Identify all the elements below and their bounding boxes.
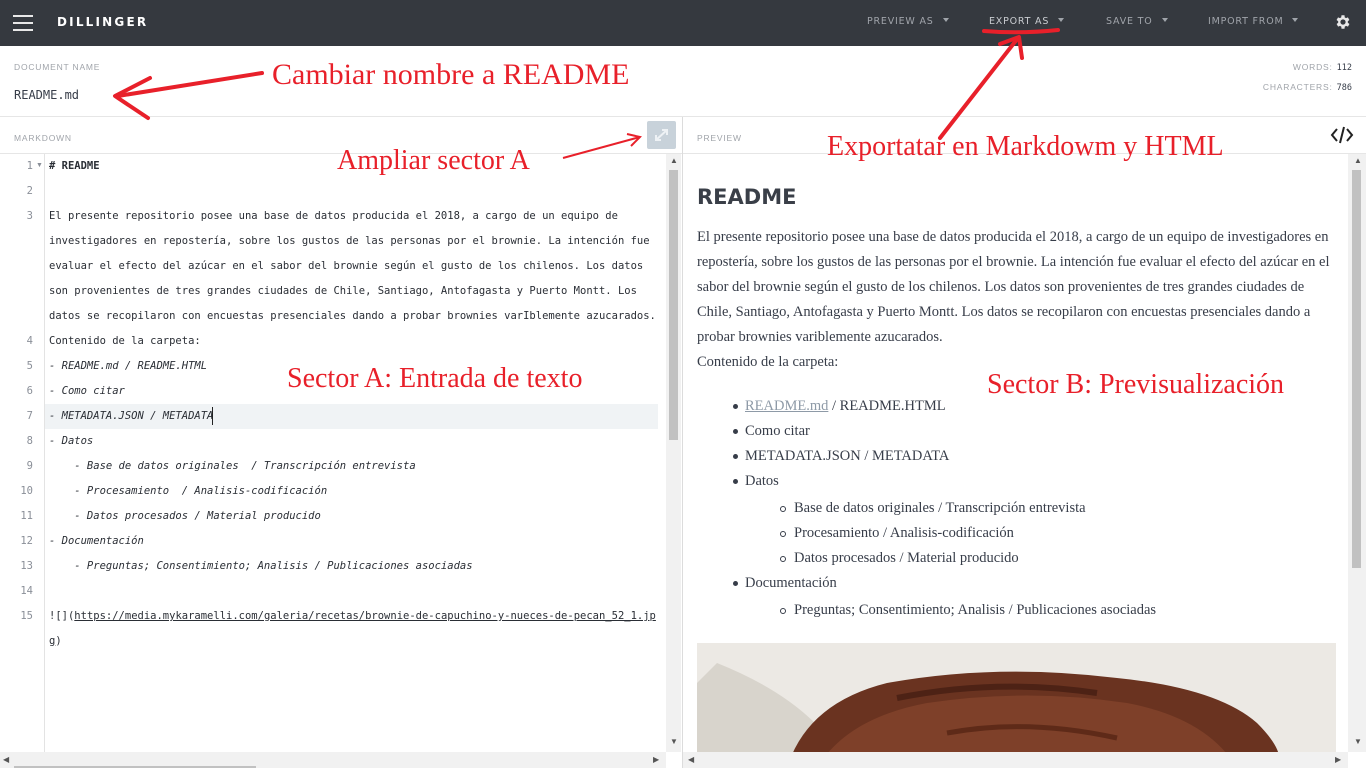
list-item: Documentación	[745, 575, 837, 591]
menu-export-as[interactable]: EXPORT AS	[989, 16, 1065, 27]
preview-label: PREVIEW	[697, 133, 742, 143]
code-line[interactable]: - Base de datos originales / Transcripci…	[49, 460, 415, 472]
list-item: METADATA.JSON / METADATA	[745, 448, 950, 464]
circle-bullet-icon	[780, 556, 786, 562]
code-line[interactable]: # README	[49, 160, 100, 172]
code-line[interactable]: investigadores en repostería, sobre los …	[49, 235, 650, 247]
bullet-icon	[733, 429, 738, 434]
gear-icon[interactable]	[1334, 13, 1352, 31]
scroll-down-icon[interactable]: ▼	[1354, 737, 1362, 746]
line-number: 10	[20, 485, 33, 497]
hamburger-menu-icon[interactable]	[13, 15, 33, 31]
circle-bullet-icon	[780, 608, 786, 614]
word-count: WORDS: 112	[1292, 62, 1352, 73]
line-number: 7	[26, 410, 33, 422]
chevron-down-icon	[1292, 18, 1299, 22]
line-number: 5	[26, 360, 33, 372]
sub-list-item: Datos procesados / Material producido	[794, 550, 1019, 566]
line-number: 1	[26, 160, 33, 172]
code-line[interactable]: - Procesamiento / Analisis-codificación	[49, 485, 327, 497]
brownie-image	[697, 643, 1336, 768]
editor-scroll-thumb[interactable]	[669, 170, 678, 440]
preview-scroll-thumb[interactable]	[1352, 170, 1361, 568]
code-line[interactable]: - METADATA.JSON / METADATA	[49, 410, 213, 422]
line-number: 4	[26, 335, 33, 347]
code-line[interactable]: son provenientes de tres grandes ciudade…	[49, 285, 637, 297]
annotation-sector-a: Sector A: Entrada de texto	[287, 363, 583, 394]
bullet-icon	[733, 479, 738, 484]
list-item: Como citar	[745, 423, 810, 439]
annotation-rename: Cambiar nombre a README	[272, 58, 630, 91]
code-line[interactable]: Contenido de la carpeta:	[49, 335, 201, 347]
annotation-export: Exportatar en Markdowm y HTML	[827, 131, 1224, 162]
code-line[interactable]: El presente repositorio posee una base d…	[49, 210, 618, 222]
scroll-right-icon[interactable]: ▶	[1335, 755, 1341, 764]
circle-bullet-icon	[780, 531, 786, 537]
document-name-input[interactable]: README.md	[14, 88, 79, 102]
code-line[interactable]: - Como citar	[49, 385, 125, 397]
line-number: 3	[26, 210, 33, 222]
character-count: CHARACTERS: 786	[1262, 82, 1352, 93]
code-line[interactable]: - Documentación	[49, 535, 144, 547]
code-line[interactable]: - Preguntas; Consentimiento; Analisis / …	[49, 560, 472, 572]
scroll-up-icon[interactable]: ▲	[670, 156, 678, 165]
code-view-icon[interactable]	[1330, 125, 1354, 145]
chevron-down-icon	[942, 18, 949, 22]
scroll-down-icon[interactable]: ▼	[670, 737, 678, 746]
expand-icon	[655, 129, 668, 141]
line-number: 6	[26, 385, 33, 397]
chevron-down-icon	[1058, 18, 1065, 22]
preview-paragraph: El presente repositorio posee una base d…	[697, 229, 1330, 345]
bullet-icon	[733, 454, 738, 459]
scroll-up-icon[interactable]: ▲	[1354, 156, 1362, 165]
annotation-expand: Ampliar sector A	[337, 145, 530, 176]
line-number: 12	[20, 535, 33, 547]
chevron-down-icon	[1161, 18, 1168, 22]
line-number: 14	[20, 585, 33, 597]
line-number: 13	[20, 560, 33, 572]
code-line[interactable]: datos se recopilaron con encuestas prese…	[49, 310, 656, 322]
line-number: 9	[26, 460, 33, 472]
list-item: README.md / README.HTML	[745, 398, 946, 414]
line-number: 15	[20, 610, 33, 622]
annotation-sector-b: Sector B: Previsualización	[987, 369, 1285, 400]
menu-import-from[interactable]: IMPORT FROM	[1208, 16, 1299, 27]
document-header: DOCUMENT NAME README.md WORDS: 112 CHARAC…	[0, 46, 1366, 117]
code-line[interactable]: - Datos procesados / Material producido	[49, 510, 321, 522]
readme-link[interactable]: README.md	[745, 398, 828, 414]
sub-list-item: Base de datos originales / Transcripción…	[794, 500, 1086, 516]
code-line[interactable]: - README.md / README.HTML	[49, 360, 207, 372]
line-number: 11	[20, 510, 33, 522]
preview-pane: README El presente repositorio posee una…	[683, 154, 1366, 768]
scroll-left-icon[interactable]: ◀	[3, 755, 9, 764]
top-navbar: DILLINGER PREVIEW AS EXPORT AS SAVE TO I…	[0, 0, 1366, 46]
sub-list-item: Procesamiento / Analisis-codificación	[794, 525, 1014, 541]
app-brand: DILLINGER	[57, 15, 149, 29]
code-line[interactable]: evaluar el efecto del azúcar en el sabor…	[49, 260, 643, 272]
markdown-label: MARKDOWN	[14, 133, 72, 143]
text-cursor	[212, 407, 213, 425]
menu-preview-as[interactable]: PREVIEW AS	[867, 16, 949, 27]
markdown-editor[interactable]: ▼ 1 # README 2 3 El presente repositorio pos…	[0, 154, 682, 768]
line-number: 2	[26, 185, 33, 197]
expand-editor-button[interactable]	[647, 121, 676, 149]
menu-save-to[interactable]: SAVE TO	[1106, 16, 1168, 27]
code-line[interactable]: ![](https://media.mykaramelli.com/galeri…	[49, 610, 656, 622]
bullet-icon	[733, 404, 738, 409]
code-line[interactable]: g)	[49, 635, 62, 647]
sub-list-item: Preguntas; Consentimiento; Analisis / Pu…	[794, 602, 1157, 618]
fold-arrow-icon[interactable]: ▼	[36, 162, 43, 169]
preview-horizontal-scrollbar[interactable]	[683, 752, 1348, 768]
scroll-left-icon[interactable]: ◀	[688, 755, 694, 764]
list-item: Datos	[745, 473, 779, 489]
line-number: 8	[26, 435, 33, 447]
document-name-label: DOCUMENT NAME	[14, 62, 101, 72]
bullet-icon	[733, 581, 738, 586]
code-line[interactable]: - Datos	[49, 435, 93, 447]
scroll-right-icon[interactable]: ▶	[653, 755, 659, 764]
preview-heading: README	[697, 185, 797, 209]
circle-bullet-icon	[780, 506, 786, 512]
